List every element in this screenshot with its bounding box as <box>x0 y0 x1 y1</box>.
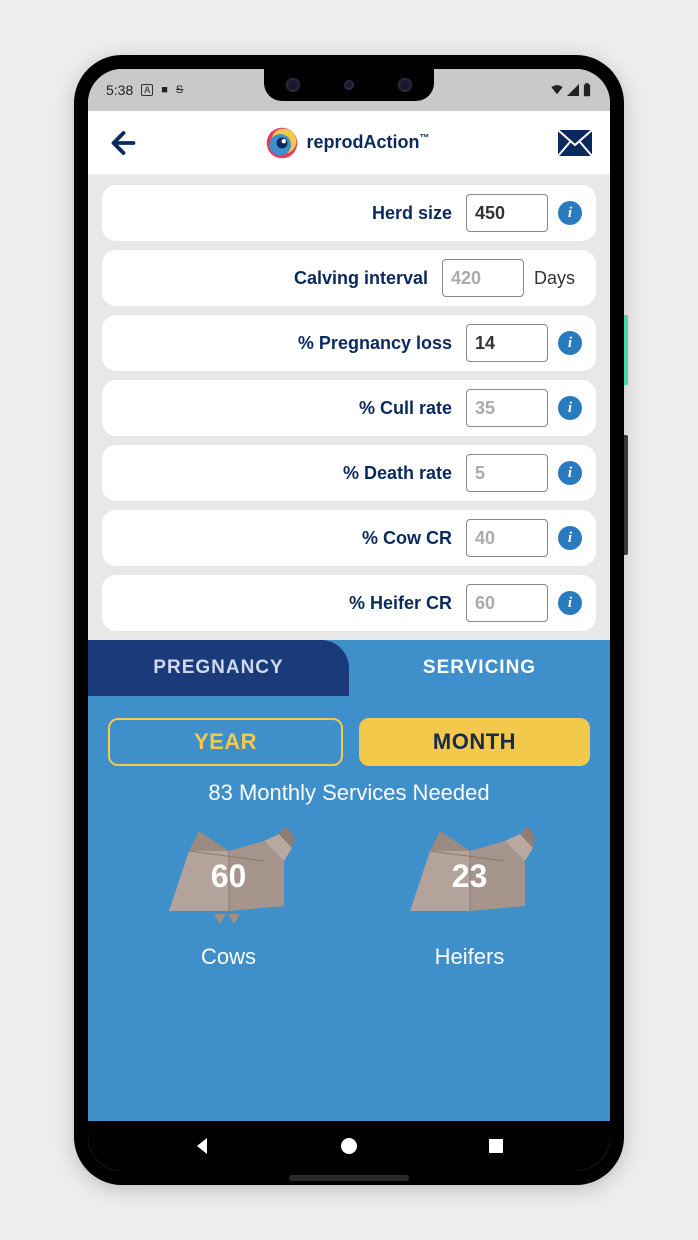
form-row: % Heifer CR i <box>102 575 596 631</box>
cow-label: Cows <box>201 944 256 970</box>
brand-name: reprodAction™ <box>306 132 429 153</box>
phone-frame: 5:38 A ■ S <box>74 55 624 1185</box>
volume-button[interactable] <box>624 435 628 555</box>
form-row: % Cull rate i <box>102 380 596 436</box>
field-label: Herd size <box>102 203 456 224</box>
tab-pregnancy[interactable]: PREGNANCY <box>88 640 349 696</box>
tabs-row: PREGNANCY SERVICING <box>88 640 610 696</box>
field-label: % Death rate <box>102 463 456 484</box>
heifer-block: 23 Heifers <box>385 816 555 970</box>
field-input[interactable] <box>466 584 548 622</box>
info-icon[interactable]: i <box>558 201 582 225</box>
status-right <box>550 83 592 97</box>
cow-count: 60 <box>144 858 314 895</box>
cow-block: 60 Cows <box>144 816 314 970</box>
tab-servicing[interactable]: SERVICING <box>349 640 610 696</box>
logo-icon <box>264 125 300 161</box>
nav-home-button[interactable] <box>339 1136 359 1156</box>
status-indicator-s: S <box>176 84 183 96</box>
logo: reprodAction™ <box>264 125 429 161</box>
heifer-count: 23 <box>385 858 555 895</box>
summary-text: 83 Monthly Services Needed <box>88 780 610 806</box>
field-input[interactable] <box>466 389 548 427</box>
field-input[interactable] <box>466 324 548 362</box>
field-label: Calving interval <box>102 268 432 289</box>
app-header: reprodAction™ <box>88 111 610 175</box>
field-input[interactable] <box>466 454 548 492</box>
field-label: % Cull rate <box>102 398 456 419</box>
info-icon[interactable]: i <box>558 526 582 550</box>
info-icon[interactable]: i <box>558 331 582 355</box>
form-row: % Death rate i <box>102 445 596 501</box>
info-icon[interactable]: i <box>558 396 582 420</box>
period-year-button[interactable]: YEAR <box>108 718 343 766</box>
info-icon[interactable]: i <box>558 591 582 615</box>
nav-back-button[interactable] <box>192 1136 212 1156</box>
back-button[interactable] <box>106 128 136 158</box>
form-area: Herd size i Calving interval Days % Pregnanc… <box>88 175 610 640</box>
notch <box>264 69 434 101</box>
period-month-button[interactable]: MONTH <box>359 718 590 766</box>
results-panel: PREGNANCY SERVICING YEAR MONTH 83 Monthl… <box>88 640 610 1121</box>
status-time: 5:38 <box>106 82 133 98</box>
form-row: % Pregnancy loss i <box>102 315 596 371</box>
speaker-slit <box>289 1175 409 1181</box>
form-row: Calving interval Days <box>102 250 596 306</box>
heifer-label: Heifers <box>435 944 505 970</box>
period-toggle: YEAR MONTH <box>88 696 610 780</box>
android-nav-bar <box>88 1121 610 1171</box>
nav-recents-button[interactable] <box>486 1136 506 1156</box>
form-row: % Cow CR i <box>102 510 596 566</box>
mail-button[interactable] <box>558 130 592 156</box>
field-label: % Heifer CR <box>102 593 456 614</box>
battery-icon <box>582 83 592 97</box>
animals-row: 60 Cows 23 Heifers <box>88 816 610 970</box>
field-label: % Cow CR <box>102 528 456 549</box>
phone-screen: 5:38 A ■ S <box>88 69 610 1171</box>
form-row: Herd size i <box>102 185 596 241</box>
status-indicator-a: A <box>141 84 153 96</box>
field-input[interactable] <box>466 519 548 557</box>
signal-icon <box>566 84 580 96</box>
field-input[interactable] <box>442 259 524 297</box>
field-input[interactable] <box>466 194 548 232</box>
unit-label: Days <box>534 268 582 289</box>
wifi-icon <box>550 84 564 96</box>
field-label: % Pregnancy loss <box>102 333 456 354</box>
info-icon[interactable]: i <box>558 461 582 485</box>
status-indicator-card: ■ <box>161 84 168 96</box>
power-button[interactable] <box>624 315 628 385</box>
